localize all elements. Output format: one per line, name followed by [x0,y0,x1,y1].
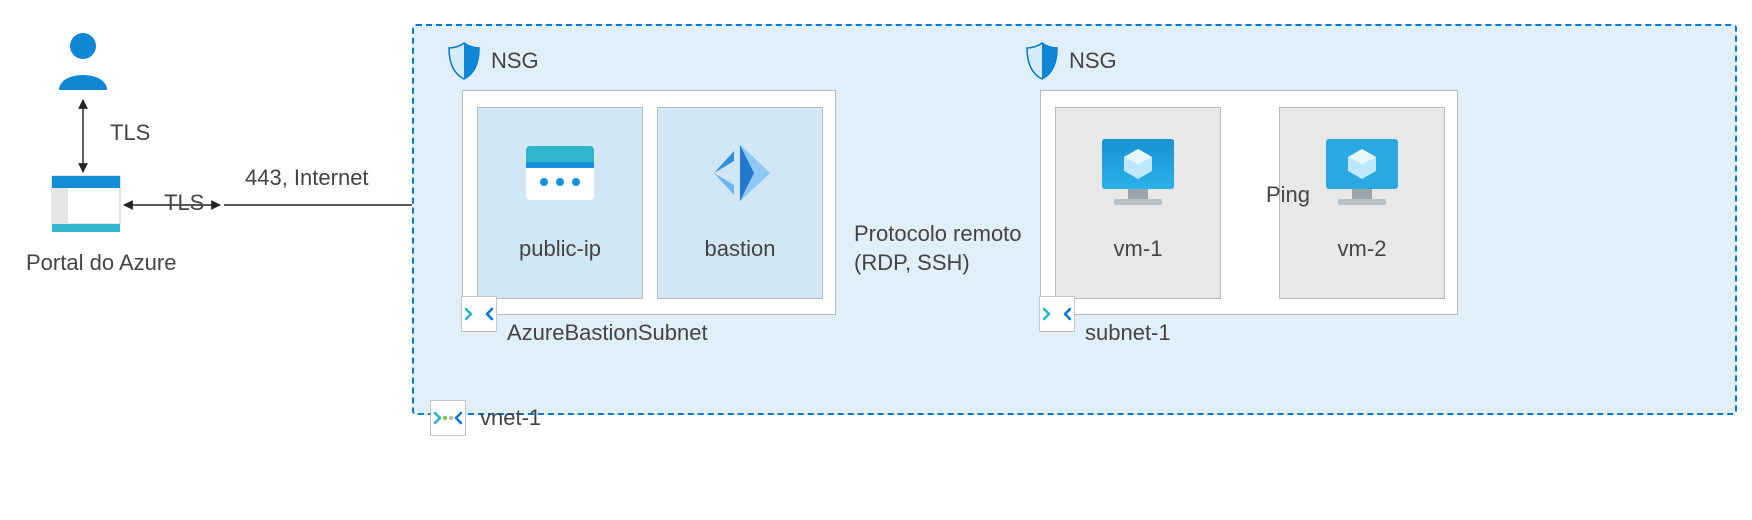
port-443-label: 443, Internet [245,165,369,191]
shield-icon [1025,41,1059,81]
vnet-label: vnet-1 [480,405,541,431]
ping-label: Ping [1266,182,1310,208]
nsg-shield-1: NSG [447,41,539,81]
vm-icon [1093,128,1183,218]
bastion-tile: bastion [657,107,823,299]
remote-protocol-label: Protocolo remoto (RDP, SSH) [854,220,1022,277]
nsg-label-2: NSG [1069,48,1117,74]
public-ip-icon [515,128,605,218]
bastion-subnet-label: AzureBastionSubnet [507,320,708,346]
workload-subnet-label: subnet-1 [1085,320,1171,346]
tls-label-user-portal: TLS [110,120,150,146]
vm1-label: vm-1 [1114,236,1163,262]
workload-subnet-box: NSG vm-1 [1040,90,1458,315]
bastion-icon [695,128,785,218]
vm2-label: vm-2 [1338,236,1387,262]
vnet-icon [430,400,466,436]
user-icon [55,30,111,94]
nsg-shield-2: NSG [1025,41,1117,81]
shield-icon [447,41,481,81]
workload-subnet-icon [1039,296,1075,332]
portal-label: Portal do Azure [26,250,176,276]
azure-portal-icon [50,174,122,234]
public-ip-tile: public-ip [477,107,643,299]
public-ip-label: public-ip [519,236,601,262]
bastion-subnet-box: NSG public-ip bastion [462,90,836,315]
bastion-subnet-icon [461,296,497,332]
nsg-label-1: NSG [491,48,539,74]
vm-icon [1317,128,1407,218]
bastion-label: bastion [705,236,776,262]
vm1-tile: vm-1 [1055,107,1221,299]
tls-label-portal-vnet: TLS [164,190,204,216]
